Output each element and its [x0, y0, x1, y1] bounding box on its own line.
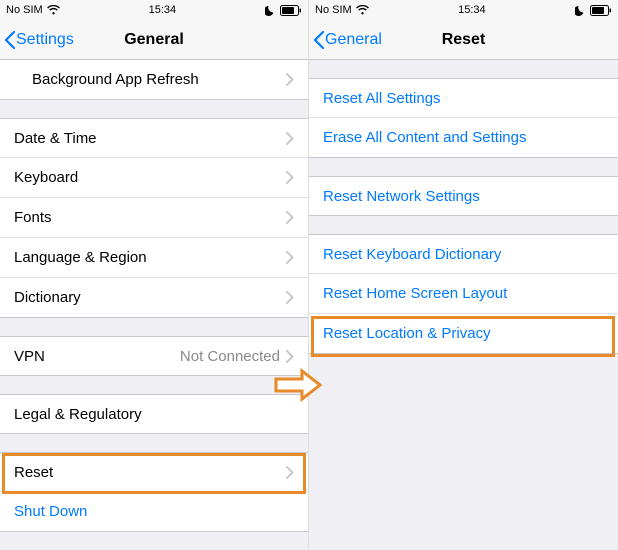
- do-not-disturb-icon: [575, 5, 586, 16]
- row-fonts[interactable]: Fonts: [0, 198, 308, 238]
- row-label: VPN: [14, 348, 180, 365]
- row-legal-regulatory[interactable]: Legal & Regulatory: [0, 394, 308, 434]
- row-keyboard[interactable]: Keyboard: [0, 158, 308, 198]
- chevron-right-icon: [286, 211, 294, 224]
- row-reset-all-settings[interactable]: Reset All Settings: [309, 78, 618, 118]
- row-reset-keyboard-dict[interactable]: Reset Keyboard Dictionary: [309, 234, 618, 274]
- do-not-disturb-icon: [265, 5, 276, 16]
- reset-list: Reset All Settings Erase All Content and…: [309, 60, 618, 550]
- status-bar: No SIM 15:34: [309, 0, 618, 20]
- row-background-app-refresh[interactable]: Background App Refresh: [0, 60, 308, 100]
- row-label: Reset Home Screen Layout: [323, 285, 604, 302]
- row-reset-network[interactable]: Reset Network Settings: [309, 176, 618, 216]
- status-bar: No SIM 15:34: [0, 0, 308, 20]
- phone-general-settings: No SIM 15:34 Settings General: [0, 0, 309, 550]
- nav-bar: Settings General: [0, 20, 308, 60]
- chevron-right-icon: [286, 350, 294, 363]
- row-label: Reset Location & Privacy: [323, 325, 604, 342]
- chevron-right-icon: [286, 251, 294, 264]
- phone-reset-settings: No SIM 15:34 General Reset: [309, 0, 618, 550]
- row-vpn[interactable]: VPN Not Connected: [0, 336, 308, 376]
- chevron-right-icon: [286, 132, 294, 145]
- back-button[interactable]: General: [309, 31, 382, 49]
- row-label: Erase All Content and Settings: [323, 129, 604, 146]
- clock-label: 15:34: [149, 4, 177, 16]
- chevron-right-icon: [286, 73, 294, 86]
- row-label: Legal & Regulatory: [14, 406, 294, 423]
- row-label: Language & Region: [14, 249, 286, 266]
- row-shut-down[interactable]: Shut Down: [0, 492, 308, 532]
- row-label: Reset All Settings: [323, 90, 604, 107]
- row-label: Reset Keyboard Dictionary: [323, 246, 604, 263]
- clock-label: 15:34: [458, 4, 486, 16]
- row-label: Keyboard: [14, 169, 286, 186]
- wifi-icon: [47, 5, 60, 15]
- back-label: Settings: [16, 31, 74, 49]
- row-dictionary[interactable]: Dictionary: [0, 278, 308, 318]
- battery-icon: [590, 5, 612, 16]
- row-reset[interactable]: Reset: [0, 452, 308, 492]
- back-label: General: [325, 31, 382, 49]
- row-date-time[interactable]: Date & Time: [0, 118, 308, 158]
- nav-bar: General Reset: [309, 20, 618, 60]
- row-label: Dictionary: [14, 289, 286, 306]
- row-label: Reset Network Settings: [323, 188, 604, 205]
- row-label: Shut Down: [14, 503, 294, 520]
- wifi-icon: [356, 5, 369, 15]
- carrier-label: No SIM: [6, 4, 43, 16]
- row-label: Fonts: [14, 209, 286, 226]
- chevron-right-icon: [286, 171, 294, 184]
- row-reset-location-privacy[interactable]: Reset Location & Privacy: [309, 314, 618, 354]
- back-button[interactable]: Settings: [0, 31, 74, 49]
- row-label: Background App Refresh: [32, 71, 286, 88]
- row-label: Date & Time: [14, 130, 286, 147]
- row-label: Reset: [14, 464, 286, 481]
- row-reset-home-layout[interactable]: Reset Home Screen Layout: [309, 274, 618, 314]
- chevron-right-icon: [286, 291, 294, 304]
- row-erase-all-content[interactable]: Erase All Content and Settings: [309, 118, 618, 158]
- battery-icon: [280, 5, 302, 16]
- row-detail: Not Connected: [180, 348, 280, 365]
- carrier-label: No SIM: [315, 4, 352, 16]
- settings-list: Background App Refresh Date & Time Keybo…: [0, 60, 308, 550]
- row-language-region[interactable]: Language & Region: [0, 238, 308, 278]
- chevron-right-icon: [286, 466, 294, 479]
